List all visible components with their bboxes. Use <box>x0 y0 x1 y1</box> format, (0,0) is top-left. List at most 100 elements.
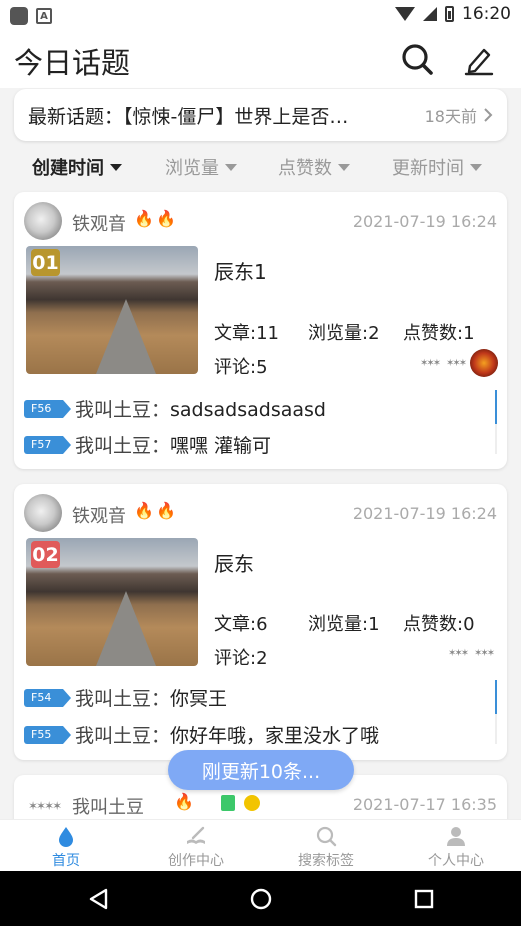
sort-label: 更新时间 <box>392 158 464 179</box>
topic-date: 2021-07-19 16:24 <box>352 212 497 231</box>
topic-cover-image[interactable]: 02 <box>26 538 198 666</box>
topic-card[interactable]: 铁观音 🔥 🔥 2021-07-19 16:24 01 辰东1 文章:11 浏览… <box>14 192 507 469</box>
status-time: 16:20 <box>462 4 511 24</box>
fire-icon: 🔥 <box>134 209 154 228</box>
dropdown-arrow-icon <box>338 163 350 171</box>
search-icon <box>316 826 337 847</box>
floor-tag: F57 <box>24 435 71 454</box>
floor-tag: F56 <box>24 399 71 418</box>
sort-label: 点赞数 <box>278 158 332 179</box>
home-icon[interactable] <box>250 888 272 910</box>
sort-label: 浏览量 <box>165 158 219 179</box>
topic-card[interactable]: 铁观音 🔥 🔥 2021-07-19 16:24 02 辰东 文章:6 浏览量:… <box>14 484 507 760</box>
topic-title: 辰东1 <box>214 260 267 284</box>
search-icon[interactable] <box>400 42 434 76</box>
like-count: 点赞数:1 <box>403 323 475 344</box>
view-count: 浏览量:1 <box>308 614 380 635</box>
badge-icon <box>221 795 235 811</box>
wifi-icon <box>395 7 415 21</box>
doodle-avatar: ✶✶✶ <box>474 648 495 659</box>
comment-text: 你好年哦，家里没水了哦 <box>170 725 380 747</box>
topic-cover-image[interactable]: 01 <box>26 246 198 374</box>
tab-profile[interactable]: 个人中心 <box>391 820 521 872</box>
refresh-toast: 刚更新10条... <box>168 750 354 790</box>
scroll-indicator <box>495 680 497 744</box>
tab-label: 首页 <box>52 853 80 869</box>
author-name: 我叫土豆 <box>72 797 144 818</box>
tab-label: 搜索标签 <box>298 853 354 869</box>
topic-date: 2021-07-17 16:35 <box>352 795 497 814</box>
comment-text: sadsadsadsaasd <box>170 399 326 421</box>
chevron-right-icon <box>484 108 493 122</box>
article-count: 文章:6 <box>214 614 268 635</box>
notice-time-label: 18天前 <box>424 107 477 126</box>
comment-count: 评论:5 <box>214 357 268 378</box>
sort-label: 创建时间 <box>32 158 104 179</box>
participant-avatar[interactable] <box>470 349 498 377</box>
doodle-avatar: ✶✶✶ <box>446 358 467 369</box>
app-notification-icon <box>10 7 28 25</box>
comment-preview[interactable]: F56 我叫土豆：sadsadsadsaasd <box>24 395 326 422</box>
fire-icon: 🔥 <box>174 792 194 811</box>
article-count: 文章:11 <box>214 323 279 344</box>
person-icon <box>447 827 465 846</box>
comment-count: 评论:2 <box>214 648 268 669</box>
comment-preview[interactable]: F54 我叫土豆：你冥王 <box>24 684 227 711</box>
view-count: 浏览量:2 <box>308 323 380 344</box>
sort-create-time[interactable]: 创建时间 <box>32 154 122 180</box>
author-name: 铁观音 <box>72 214 126 235</box>
rank-badge: 02 <box>31 541 60 568</box>
notice-time: 18天前 <box>425 103 493 127</box>
comment-preview[interactable]: F57 我叫土豆：嘿嘿 灌输可 <box>24 431 271 458</box>
doodle-avatar: ✶✶✶ <box>448 648 469 659</box>
notice-text: 最新话题：【惊悚-僵尸】世界上是否… <box>28 105 349 128</box>
bottom-tab-bar: 首页 创作中心 搜索标签 个人中心 <box>0 819 521 872</box>
fire-icon: 🔥 <box>134 501 154 520</box>
avatar[interactable] <box>24 202 62 240</box>
topic-date: 2021-07-19 16:24 <box>352 504 497 523</box>
back-icon[interactable] <box>88 888 110 910</box>
sort-views[interactable]: 浏览量 <box>165 154 237 180</box>
comment-author: 我叫土豆： <box>75 435 171 457</box>
latest-topic-notice[interactable]: 最新话题：【惊悚-僵尸】世界上是否… 18天前 <box>14 89 507 141</box>
system-nav-bar <box>0 871 521 926</box>
tab-label: 个人中心 <box>428 853 484 869</box>
dropdown-arrow-icon <box>470 163 482 171</box>
floor-tag: F55 <box>24 725 71 744</box>
avatar[interactable] <box>24 494 62 532</box>
author-name: 铁观音 <box>72 506 126 527</box>
comment-author: 我叫土豆： <box>75 399 171 421</box>
book-pen-icon <box>187 826 205 844</box>
page-title: 今日话题 <box>14 46 131 80</box>
comment-text: 嘿嘿 灌输可 <box>170 435 272 457</box>
comment-author: 我叫土豆： <box>75 725 171 747</box>
sort-update-time[interactable]: 更新时间 <box>392 154 482 180</box>
fire-icon: 🔥 <box>156 501 176 520</box>
tab-label: 创作中心 <box>168 853 224 869</box>
like-count: 点赞数:0 <box>403 614 475 635</box>
dropdown-arrow-icon <box>225 163 237 171</box>
doodle-avatar: ✶✶✶✶ <box>28 799 62 813</box>
medal-icon <box>244 795 260 811</box>
doodle-avatar: ✶✶✶ <box>420 358 441 369</box>
comment-author: 我叫土豆： <box>75 688 171 710</box>
rank-badge: 01 <box>31 249 60 276</box>
scroll-indicator <box>495 390 497 454</box>
a-notification-icon: A <box>36 8 52 24</box>
recents-icon[interactable] <box>413 888 435 910</box>
pencil-icon[interactable] <box>462 42 496 76</box>
floor-tag: F54 <box>24 688 71 707</box>
comment-preview[interactable]: F55 我叫土豆：你好年哦，家里没水了哦 <box>24 721 379 748</box>
comment-text: 你冥王 <box>170 688 228 710</box>
sort-likes[interactable]: 点赞数 <box>278 154 350 180</box>
tab-search-tags[interactable]: 搜索标签 <box>261 820 391 872</box>
drop-icon <box>59 827 73 847</box>
topic-title: 辰东 <box>214 552 254 576</box>
tab-create-center[interactable]: 创作中心 <box>131 820 261 872</box>
tab-home[interactable]: 首页 <box>1 820 131 872</box>
battery-icon <box>445 6 454 22</box>
fire-icon: 🔥 <box>156 209 176 228</box>
app-header: 今日话题 <box>0 32 521 88</box>
dropdown-arrow-icon <box>110 163 122 171</box>
status-bar: A 16:20 <box>0 0 521 32</box>
